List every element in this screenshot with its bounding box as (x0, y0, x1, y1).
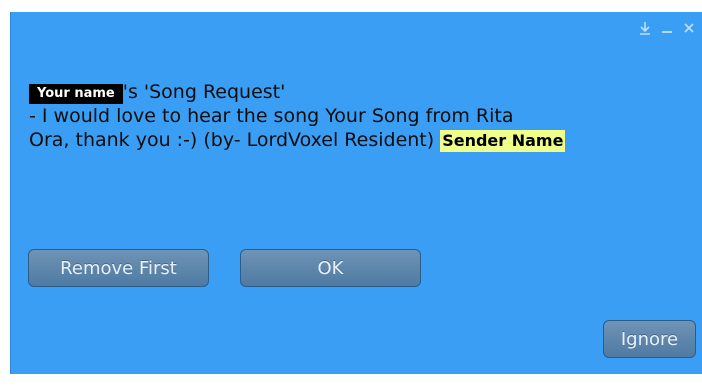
name-badge: Your name (29, 84, 123, 104)
dock-icon[interactable] (638, 20, 652, 36)
message-line-2: - I would love to hear the song Your Son… (29, 105, 514, 127)
message-line-3-text: Ora, thank you :-) (by- LordVoxel Reside… (29, 129, 441, 151)
bottom-strip (0, 374, 702, 386)
sender-name-badge: Sender Name (440, 130, 566, 152)
background-window-strip (0, 0, 702, 12)
song-request-dialog: Your name's 'Song Request' - I would lov… (10, 12, 702, 374)
message-title: 's 'Song Request' (122, 81, 286, 103)
message-line-1: Your name's 'Song Request' (29, 80, 701, 104)
close-icon[interactable] (682, 20, 696, 36)
request-message: Your name's 'Song Request' - I would lov… (29, 80, 701, 152)
message-line-3: Ora, thank you :-) (by- LordVoxel Reside… (29, 128, 701, 152)
ignore-button[interactable]: Ignore (603, 320, 696, 358)
remove-first-button[interactable]: Remove First (28, 249, 209, 287)
ok-button[interactable]: OK (240, 249, 421, 287)
title-bar-controls (638, 20, 696, 36)
minimize-icon[interactable] (660, 20, 674, 36)
